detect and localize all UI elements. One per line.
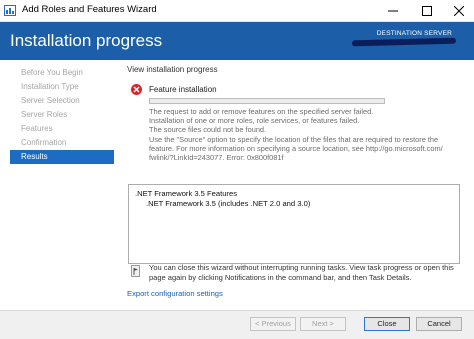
export-configuration-link[interactable]: Export configuration settings — [127, 289, 223, 298]
installation-progress-bar — [149, 98, 385, 104]
result-item-title: .NET Framework 3.5 Features — [135, 189, 237, 198]
result-item-subfeature: .NET Framework 3.5 (includes .NET 2.0 an… — [146, 199, 311, 208]
nav-item-installation-type: Installation Type — [21, 82, 79, 91]
section-title: View installation progress — [127, 65, 218, 74]
error-line: Installation of one or more roles, role … — [149, 116, 360, 126]
flag-info-icon — [131, 265, 140, 277]
feature-installation-label: Feature installation — [149, 85, 217, 94]
close-wizard-info: You can close this wizard without interr… — [149, 263, 454, 283]
error-icon — [131, 84, 142, 95]
info-line: page again by clicking Notifications in … — [149, 273, 412, 282]
error-message: The request to add or remove features on… — [149, 107, 474, 162]
nav-item-server-selection: Server Selection — [21, 96, 80, 105]
nav-item-confirmation: Confirmation — [21, 138, 67, 147]
maximize-button[interactable] — [412, 0, 442, 22]
nav-item-features: Features — [21, 124, 53, 133]
server-manager-icon — [4, 5, 16, 16]
page-title: Installation progress — [10, 31, 163, 50]
error-line: feature. For more information on specify… — [149, 143, 443, 153]
error-line: The request to add or remove features on… — [149, 107, 374, 116]
cancel-button[interactable]: Cancel — [416, 317, 462, 331]
minimize-icon — [388, 10, 398, 12]
nav-item-results[interactable]: Results — [10, 150, 114, 164]
title-bar: Add Roles and Features Wizard — [0, 0, 474, 22]
minimize-button[interactable] — [378, 0, 408, 22]
results-list[interactable]: .NET Framework 3.5 Features .NET Framewo… — [128, 184, 460, 264]
close-button[interactable]: Close — [364, 317, 410, 331]
next-button[interactable]: Next > — [300, 317, 346, 331]
nav-item-server-roles: Server Roles — [21, 110, 68, 119]
destination-server-label: DESTINATION SERVER — [376, 30, 452, 37]
close-window-button[interactable] — [444, 0, 474, 22]
maximize-icon — [422, 6, 432, 16]
nav-item-before-you-begin: Before You Begin — [21, 68, 83, 77]
wizard-footer: < Previous Next > Close Cancel — [0, 310, 474, 339]
main-content: View installation progress Feature insta… — [118, 60, 474, 310]
destination-server-name-redacted — [351, 37, 457, 47]
info-line: You can close this wizard without interr… — [149, 263, 454, 272]
error-line: Use the "Source" option to specify the l… — [149, 134, 439, 144]
close-icon — [454, 6, 464, 16]
wizard-nav: Before You Begin Installation Type Serve… — [0, 60, 118, 310]
window-title: Add Roles and Features Wizard — [22, 4, 157, 15]
error-line: fwlink/?LinkId=243077. Error: 0x800f081f — [149, 153, 284, 163]
error-line: The source files could not be found. — [149, 125, 267, 135]
previous-button[interactable]: < Previous — [250, 317, 296, 331]
wizard-header: Installation progress DESTINATION SERVER — [0, 22, 474, 60]
